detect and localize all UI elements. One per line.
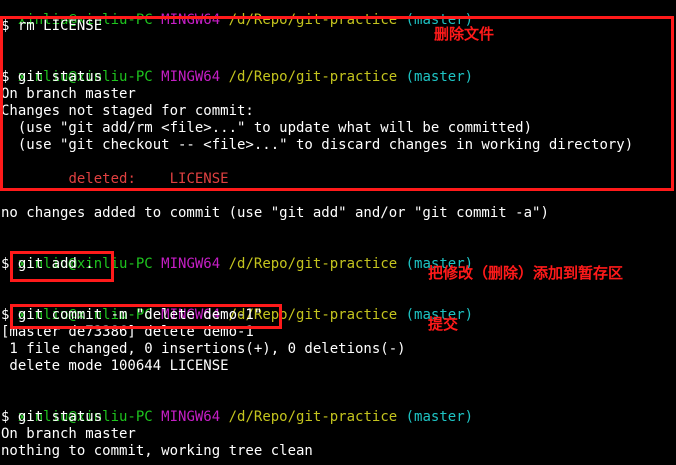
annotation-add-to-stage: 把修改（删除）添加到暂存区 <box>428 264 624 282</box>
annotation-commit: 提交 <box>428 315 459 333</box>
prompt-branch: (master) <box>405 409 474 425</box>
highlight-box-add <box>10 251 114 282</box>
highlight-box-commit <box>10 304 282 329</box>
prompt-host: MINGW64 <box>161 256 221 272</box>
prompt-path: /d/Repo/git-practice <box>228 409 398 425</box>
prompt-line: xinliu@xinliu-PC MINGW64 /d/Repo/git-pra… <box>1 0 473 28</box>
output-line: nothing to commit, working tree clean <box>1 443 313 459</box>
annotation-delete-file: 删除文件 <box>434 25 495 43</box>
prompt-line: xinliu@xinliu-PC MINGW64 /d/Repo/git-pra… <box>1 392 473 425</box>
output-line: On branch master <box>1 426 136 442</box>
highlight-box-delete <box>0 16 674 191</box>
prompt-host: MINGW64 <box>161 409 221 425</box>
output-line: delete mode 100644 LICENSE <box>1 358 229 374</box>
output-line: 1 file changed, 0 insertions(+), 0 delet… <box>1 341 406 357</box>
command-line: $ git status <box>1 409 103 425</box>
prompt-path: /d/Repo/git-practice <box>228 256 398 272</box>
output-line: no changes added to commit (use "git add… <box>1 205 549 221</box>
